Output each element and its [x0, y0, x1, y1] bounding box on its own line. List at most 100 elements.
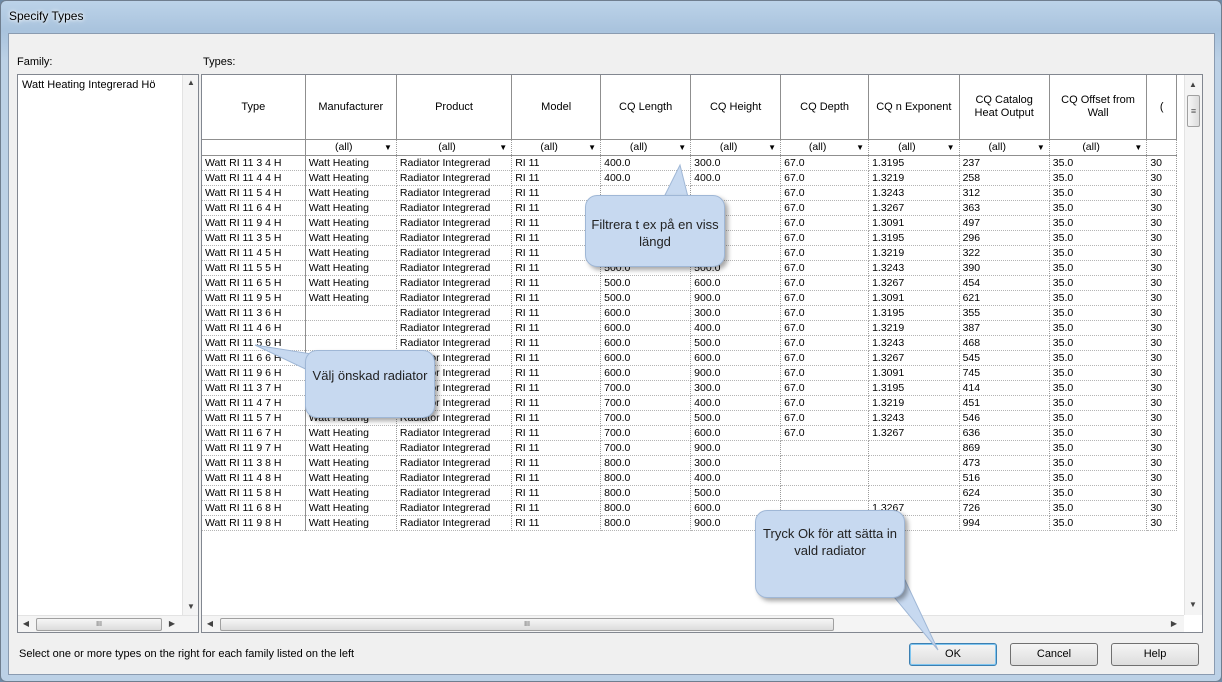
scroll-thumb[interactable]: III: [220, 618, 834, 631]
table-cell: Watt Heating: [305, 470, 397, 486]
column-filter[interactable]: (all) ▼: [959, 139, 1050, 156]
table-cell: 35.0: [1049, 470, 1148, 486]
chevron-down-icon[interactable]: ▼: [497, 141, 509, 154]
table-cell: 35.0: [1049, 260, 1148, 276]
column-header[interactable]: CQ Length: [600, 75, 692, 140]
table-row[interactable]: Watt RI 11 3 6 H Radiator Integrerad RI 11…: [202, 305, 1177, 321]
table-cell: RI 11: [511, 455, 602, 471]
table-cell: Watt Heating: [305, 500, 397, 516]
family-list[interactable]: Watt Heating Integrerad Hö ▲ ▼ ◀ III ▶: [17, 74, 199, 633]
table-cell: 900.0: [690, 290, 782, 306]
table-row[interactable]: Watt RI 11 6 5 H Watt Heating Radiator Int…: [202, 275, 1177, 291]
table-row[interactable]: Watt RI 11 4 6 H Radiator Integrerad RI 11…: [202, 320, 1177, 336]
types-horizontal-scrollbar[interactable]: ◀ III ▶: [202, 615, 1184, 632]
column-filter[interactable]: (all) ▼: [780, 139, 870, 156]
help-button[interactable]: Help: [1111, 643, 1199, 666]
table-cell: Radiator Integrerad: [396, 155, 513, 171]
column-filter[interactable]: (all) ▼: [511, 139, 602, 156]
column-header[interactable]: Product: [396, 75, 513, 140]
table-cell: RI 11: [511, 425, 602, 441]
chevron-down-icon[interactable]: ▼: [854, 141, 866, 154]
table-cell: Watt RI 11 4 8 H: [202, 470, 306, 486]
column-header[interactable]: CQ Height: [690, 75, 782, 140]
column-header[interactable]: CQ n Exponent: [868, 75, 960, 140]
types-vertical-scrollbar[interactable]: ▲ ≡ ▼: [1184, 75, 1202, 615]
scroll-thumb[interactable]: III: [36, 618, 162, 631]
family-label: Family:: [17, 56, 53, 68]
table-cell: Radiator Integrerad: [396, 245, 513, 261]
column-filter[interactable]: (all) ▼: [868, 139, 960, 156]
table-cell: Watt Heating: [305, 290, 397, 306]
column-header[interactable]: (: [1146, 75, 1177, 140]
table-cell: Watt RI 11 5 4 H: [202, 185, 306, 201]
column-header[interactable]: Manufacturer: [305, 75, 397, 140]
column-header[interactable]: CQ Depth: [780, 75, 870, 140]
table-cell: RI 11: [511, 515, 602, 531]
table-cell: 35.0: [1049, 230, 1148, 246]
table-cell: 30: [1146, 425, 1177, 441]
scroll-down-icon[interactable]: ▼: [1185, 597, 1201, 613]
family-vertical-scrollbar[interactable]: ▲ ▼: [182, 75, 198, 615]
title-bar[interactable]: Specify Types: [1, 1, 1221, 31]
table-row[interactable]: Watt RI 11 3 8 H Watt Heating Radiator Int…: [202, 455, 1177, 471]
table-row[interactable]: Watt RI 11 3 4 H Watt Heating Radiator Int…: [202, 155, 1177, 171]
table-row[interactable]: Watt RI 11 5 8 H Watt Heating Radiator Int…: [202, 485, 1177, 501]
table-cell: 600.0: [690, 425, 782, 441]
table-row[interactable]: Watt RI 11 9 7 H Watt Heating Radiator Int…: [202, 440, 1177, 456]
table-cell: Radiator Integrerad: [396, 200, 513, 216]
table-cell: 67.0: [780, 275, 870, 291]
scroll-up-icon[interactable]: ▲: [1185, 77, 1201, 93]
table-cell: 800.0: [600, 455, 692, 471]
scroll-up-icon[interactable]: ▲: [183, 75, 198, 91]
chevron-down-icon[interactable]: ▼: [676, 141, 688, 154]
column-header[interactable]: Model: [511, 75, 602, 140]
table-row[interactable]: Watt RI 11 9 8 H Watt Heating Radiator Int…: [202, 515, 1177, 531]
table-cell: 35.0: [1049, 290, 1148, 306]
table-cell: 600.0: [600, 335, 692, 351]
scroll-right-icon[interactable]: ▶: [1166, 616, 1182, 632]
chevron-down-icon[interactable]: ▼: [586, 141, 598, 154]
table-cell: Watt RI 11 9 8 H: [202, 515, 306, 531]
table-cell: [868, 455, 960, 471]
column-filter[interactable]: (all) ▼: [690, 139, 782, 156]
table-row[interactable]: Watt RI 11 4 4 H Watt Heating Radiator Int…: [202, 170, 1177, 186]
column-header[interactable]: Type: [202, 75, 306, 140]
table-row[interactable]: Watt RI 11 6 7 H Watt Heating Radiator Int…: [202, 425, 1177, 441]
chevron-down-icon[interactable]: ▼: [945, 141, 957, 154]
table-row[interactable]: Watt RI 11 9 5 H Watt Heating Radiator Int…: [202, 290, 1177, 306]
table-cell: Radiator Integrerad: [396, 305, 513, 321]
table-cell: 300.0: [690, 305, 782, 321]
family-horizontal-scrollbar[interactable]: ◀ III ▶: [18, 615, 198, 632]
scroll-left-icon[interactable]: ◀: [18, 616, 34, 632]
column-filter[interactable]: (all) ▼: [396, 139, 513, 156]
table-cell: 67.0: [780, 200, 870, 216]
table-cell: 30: [1146, 230, 1177, 246]
chevron-down-icon[interactable]: ▼: [1035, 141, 1047, 154]
table-cell: [305, 305, 397, 321]
column-filter[interactable]: (all) ▼: [1049, 139, 1148, 156]
table-cell: 1.3243: [868, 410, 960, 426]
scroll-right-icon[interactable]: ▶: [164, 616, 180, 632]
table-row[interactable]: Watt RI 11 6 8 H Watt Heating Radiator Int…: [202, 500, 1177, 516]
table-cell: 994: [959, 515, 1050, 531]
table-cell: Radiator Integrerad: [396, 275, 513, 291]
column-filter[interactable]: (all) ▼: [305, 139, 397, 156]
table-row[interactable]: Watt RI 11 5 6 H Radiator Integrerad RI 11…: [202, 335, 1177, 351]
scroll-thumb[interactable]: ≡: [1187, 95, 1200, 127]
chevron-down-icon[interactable]: ▼: [766, 141, 778, 154]
table-cell: 30: [1146, 440, 1177, 456]
ok-button[interactable]: OK: [909, 643, 997, 666]
table-cell: Watt Heating: [305, 425, 397, 441]
column-filter[interactable]: (all) ▼: [600, 139, 692, 156]
family-item[interactable]: Watt Heating Integrerad Hö: [22, 79, 156, 91]
scroll-left-icon[interactable]: ◀: [202, 616, 218, 632]
chevron-down-icon[interactable]: ▼: [1132, 141, 1144, 154]
chevron-down-icon[interactable]: ▼: [382, 141, 394, 154]
table-cell: 67.0: [780, 170, 870, 186]
table-cell: 400.0: [600, 170, 692, 186]
scroll-down-icon[interactable]: ▼: [183, 599, 198, 615]
column-header[interactable]: CQ Catalog Heat Output: [959, 75, 1050, 140]
cancel-button[interactable]: Cancel: [1010, 643, 1098, 666]
column-header[interactable]: CQ Offset from Wall: [1049, 75, 1148, 140]
table-row[interactable]: Watt RI 11 4 8 H Watt Heating Radiator Int…: [202, 470, 1177, 486]
